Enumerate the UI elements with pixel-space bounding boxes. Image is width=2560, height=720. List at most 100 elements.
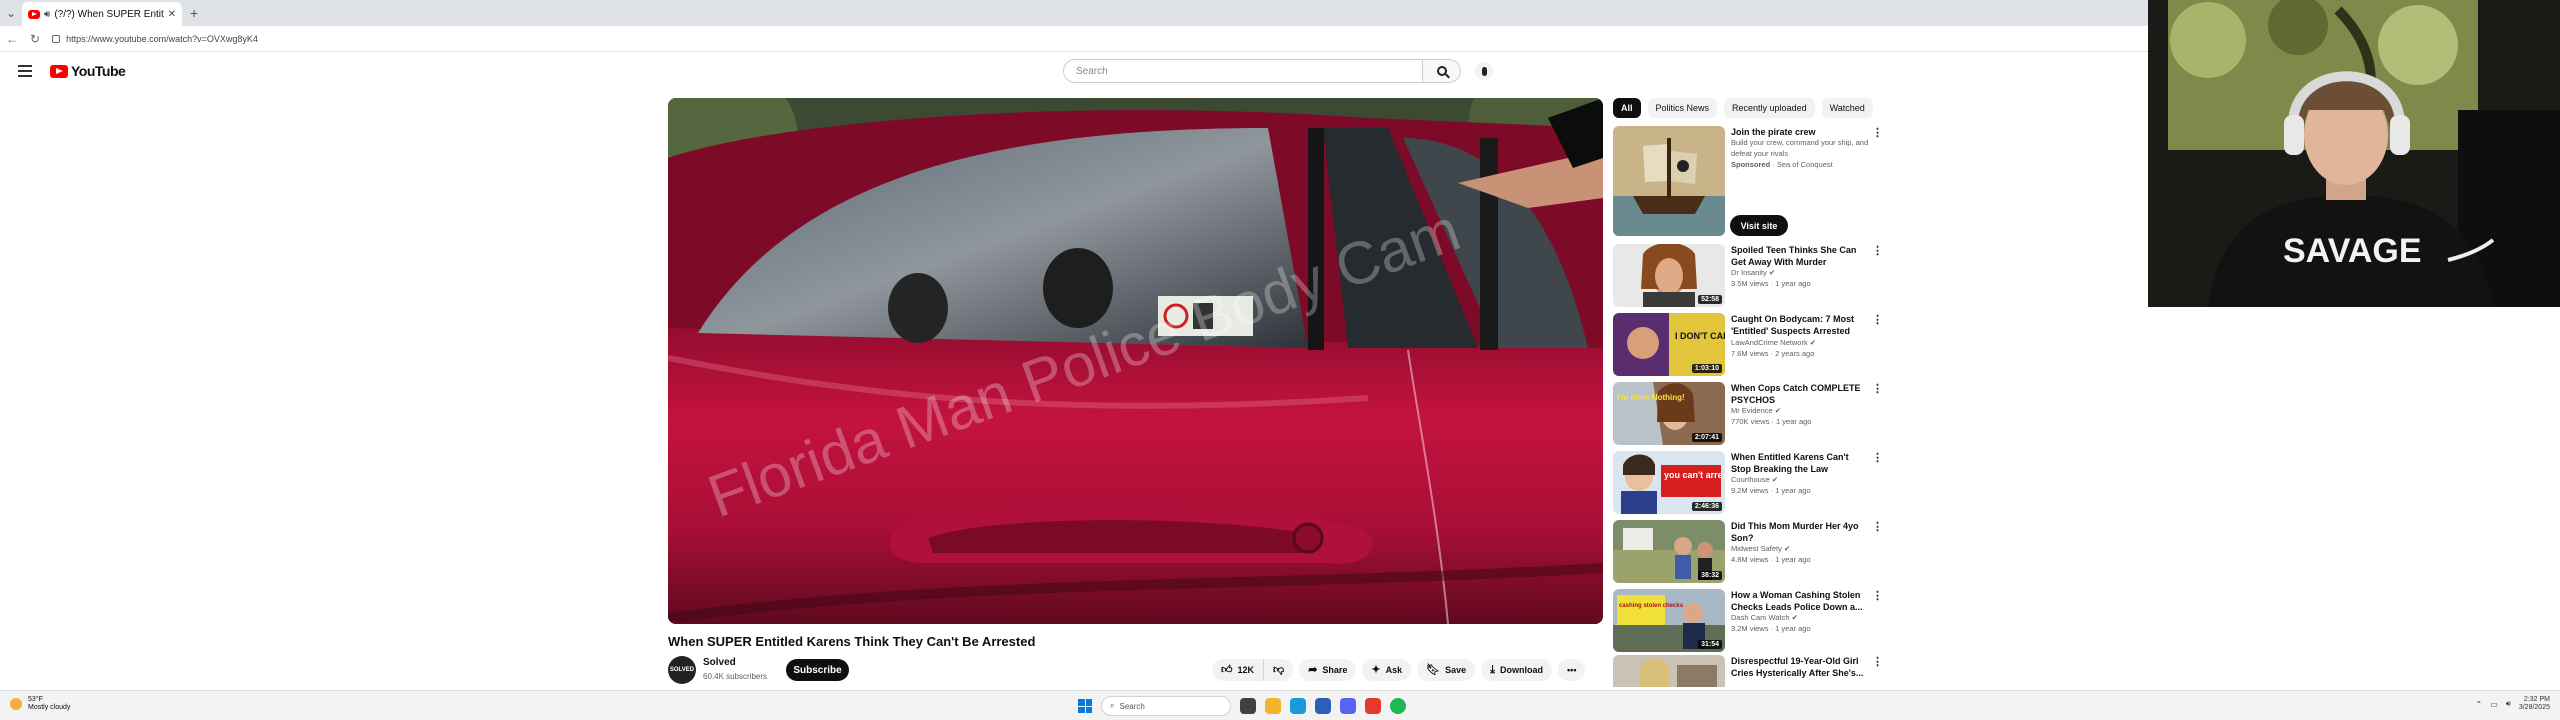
back-arrow-icon[interactable]: ← xyxy=(6,32,18,46)
video-item-title[interactable]: Did This Mom Murder Her 4yo Son? xyxy=(1731,520,1869,544)
empty-area xyxy=(2148,307,2560,690)
recommendation-item[interactable]: I'm done Nothing! 2:07:41 When Cops Catc… xyxy=(1613,382,1883,445)
video-item-title[interactable]: When Cops Catch COMPLETE PSYCHOS xyxy=(1731,382,1869,406)
edge-browser-icon[interactable] xyxy=(1290,698,1306,714)
screen: ⌄ 🔊︎ (?/?) When SUPER Entitled Karens Th… xyxy=(0,0,2560,720)
verified-check-icon: ✔ xyxy=(1809,338,1817,347)
item-menu-kebab-icon[interactable]: ⋮ xyxy=(1872,589,1883,605)
download-button[interactable]: ⤓ Download xyxy=(1481,659,1553,681)
recommendation-item[interactable]: I DON'T CARE! 1:03:10 Caught On Bodycam:… xyxy=(1613,313,1883,376)
volume-icon[interactable]: 🔊︎ xyxy=(2506,699,2511,709)
network-icon[interactable]: ▭ xyxy=(2490,700,2498,709)
recommendation-item[interactable]: 52:58 Spoiled Teen Thinks She Can Get Aw… xyxy=(1613,244,1883,307)
item-menu-kebab-icon[interactable]: ⋮ xyxy=(1872,244,1883,260)
video-thumbnail[interactable]: cashing stolen checks 31:54 xyxy=(1613,589,1725,652)
clock[interactable]: 2:32 PM 3/28/2025 xyxy=(2519,696,2550,713)
thumbs-down-icon: 👎︎ xyxy=(1273,663,1285,676)
task-view-icon[interactable] xyxy=(1240,698,1256,714)
date: 3/28/2025 xyxy=(2518,704,2550,712)
thumbnail-image xyxy=(1613,655,1725,687)
url-field[interactable]: https://www.youtube.com/watch?v=OVXwg8yK… xyxy=(52,34,258,44)
start-button-windows-icon[interactable] xyxy=(1078,699,1092,713)
video-thumbnail[interactable]: you can't arrest me 2:46:36 xyxy=(1613,451,1725,514)
ad-thumbnail[interactable] xyxy=(1613,126,1725,236)
download-icon: ⤓ xyxy=(1490,663,1496,676)
video-item-title[interactable]: Caught On Bodycam: 7 Most 'Entitled' Sus… xyxy=(1731,313,1869,338)
video-thumbnail[interactable]: 38:32 xyxy=(1613,520,1725,583)
site-info-icon[interactable] xyxy=(52,34,61,43)
ad-sponsor-line: Sponsored · Sea of Conquest xyxy=(1731,160,1869,171)
subscribe-button[interactable]: Subscribe xyxy=(786,659,849,681)
video-player[interactable]: Florida Man Police Body Cam xyxy=(668,98,1603,624)
new-tab-button[interactable]: + xyxy=(190,5,198,21)
store-icon[interactable] xyxy=(1315,698,1331,714)
tab-menu-chevron-icon[interactable]: ⌄ xyxy=(0,6,22,20)
chip-recently-uploaded[interactable]: Recently uploaded xyxy=(1724,98,1815,118)
tab-title: (?/?) When SUPER Entitled Karens Think T… xyxy=(54,8,164,20)
recommendation-item[interactable]: you can't arrest me 2:46:36 When Entitle… xyxy=(1613,451,1883,514)
like-button[interactable]: 👍︎ 12K xyxy=(1212,659,1265,681)
address-bar: ← ↻ https://www.youtube.com/watch?v=OVXw… xyxy=(0,26,2148,52)
file-explorer-icon[interactable] xyxy=(1265,698,1281,714)
video-thumbnail[interactable] xyxy=(1613,655,1725,687)
save-button[interactable]: 🔖︎ Save xyxy=(1417,659,1476,681)
browser-tab[interactable]: 🔊︎ (?/?) When SUPER Entitled Karens Thin… xyxy=(22,2,182,26)
chip-politics-news[interactable]: Politics News xyxy=(1647,98,1718,118)
video-info: How a Woman Cashing Stolen Checks Leads … xyxy=(1731,589,1883,652)
chip-watched[interactable]: Watched xyxy=(1821,98,1873,118)
filter-chips: All Politics News Recently uploaded Watc… xyxy=(1613,98,1873,118)
video-item-title[interactable]: How a Woman Cashing Stolen Checks Leads … xyxy=(1731,589,1869,613)
share-button[interactable]: ➦ Share xyxy=(1299,659,1357,681)
thumbnail-caption: cashing stolen checks xyxy=(1619,603,1684,609)
channel-name[interactable]: Solved xyxy=(703,657,736,668)
verified-check-icon: ✔ xyxy=(1774,406,1782,416)
speaker-icon[interactable]: 🔊︎ xyxy=(44,9,50,20)
ask-button[interactable]: ✦ Ask xyxy=(1362,659,1412,681)
video-actions: 👍︎ 12K 👎︎ ➦ Share ✦ Ask 🔖︎ Save ⤓ Download ••… xyxy=(1212,659,1586,681)
search-button[interactable] xyxy=(1423,59,1461,83)
channel-label: Dash Cam Watch xyxy=(1731,613,1790,623)
tray-overflow-chevron-icon[interactable]: ⌃ xyxy=(2476,700,2483,709)
discord-icon[interactable] xyxy=(1340,698,1356,714)
taskbar-search[interactable]: ⌕ Search xyxy=(1101,696,1231,716)
video-duration: 1:03:10 xyxy=(1691,364,1722,373)
video-item-title[interactable]: Spoiled Teen Thinks She Can Get Away Wit… xyxy=(1731,244,1869,268)
voice-search-button[interactable] xyxy=(1475,62,1493,80)
more-actions-button[interactable]: ••• xyxy=(1558,659,1586,681)
menu-hamburger-icon[interactable] xyxy=(18,65,32,77)
spotify-icon[interactable] xyxy=(1390,698,1406,714)
youtube-logo[interactable]: YouTube xyxy=(50,63,126,79)
search-input[interactable]: Search xyxy=(1063,59,1423,83)
chip-all[interactable]: All xyxy=(1613,98,1641,118)
item-menu-kebab-icon[interactable]: ⋮ xyxy=(1872,520,1883,536)
visit-site-button[interactable]: Visit site xyxy=(1730,215,1788,236)
ad-title: Join the pirate crew xyxy=(1731,127,1816,137)
thumbnail-caption: you can't arrest me xyxy=(1664,470,1725,480)
youtube-wordmark: YouTube xyxy=(71,63,126,79)
video-thumbnail[interactable]: 52:58 xyxy=(1613,244,1725,307)
item-menu-kebab-icon[interactable]: ⋮ xyxy=(1872,451,1883,467)
recommendation-item[interactable]: cashing stolen checks 31:54 How a Woman … xyxy=(1613,589,1883,652)
item-menu-kebab-icon[interactable]: ⋮ xyxy=(1872,655,1883,671)
video-thumbnail[interactable]: I'm done Nothing! 2:07:41 xyxy=(1613,382,1725,445)
weather-widget[interactable]: 53°F Mostly cloudy xyxy=(10,696,70,713)
chrome-icon[interactable] xyxy=(1365,698,1381,714)
video-duration: 2:46:36 xyxy=(1691,502,1722,511)
reload-icon[interactable]: ↻ xyxy=(30,32,40,46)
video-item-title[interactable]: When Entitled Karens Can't Stop Breaking… xyxy=(1731,451,1869,475)
video-item-channel: LawAndCrime Network ✔ xyxy=(1731,338,1869,349)
recommendation-item[interactable]: 38:32 Did This Mom Murder Her 4yo Son? M… xyxy=(1613,520,1883,583)
thumbnail-caption: I'm done Nothing! xyxy=(1617,393,1685,402)
video-item-title[interactable]: Disrespectful 19-Year-Old Girl Cries Hys… xyxy=(1731,655,1869,679)
item-menu-kebab-icon[interactable]: ⋮ xyxy=(1872,313,1883,329)
video-item-channel: Dr Insanity ✔ xyxy=(1731,268,1869,279)
recommendation-item[interactable]: Disrespectful 19-Year-Old Girl Cries Hys… xyxy=(1613,655,1883,687)
video-thumbnail[interactable]: I DON'T CARE! 1:03:10 xyxy=(1613,313,1725,376)
channel-avatar[interactable]: SOLVED xyxy=(668,656,696,684)
ask-label: Ask xyxy=(1385,665,1403,675)
tab-close-icon[interactable]: ✕ xyxy=(168,9,176,20)
dislike-button[interactable]: 👎︎ xyxy=(1264,659,1294,681)
ad-menu-kebab-icon[interactable]: ⋮ xyxy=(1872,126,1883,142)
item-menu-kebab-icon[interactable]: ⋮ xyxy=(1872,382,1883,398)
pirate-ship-image xyxy=(1613,126,1725,236)
